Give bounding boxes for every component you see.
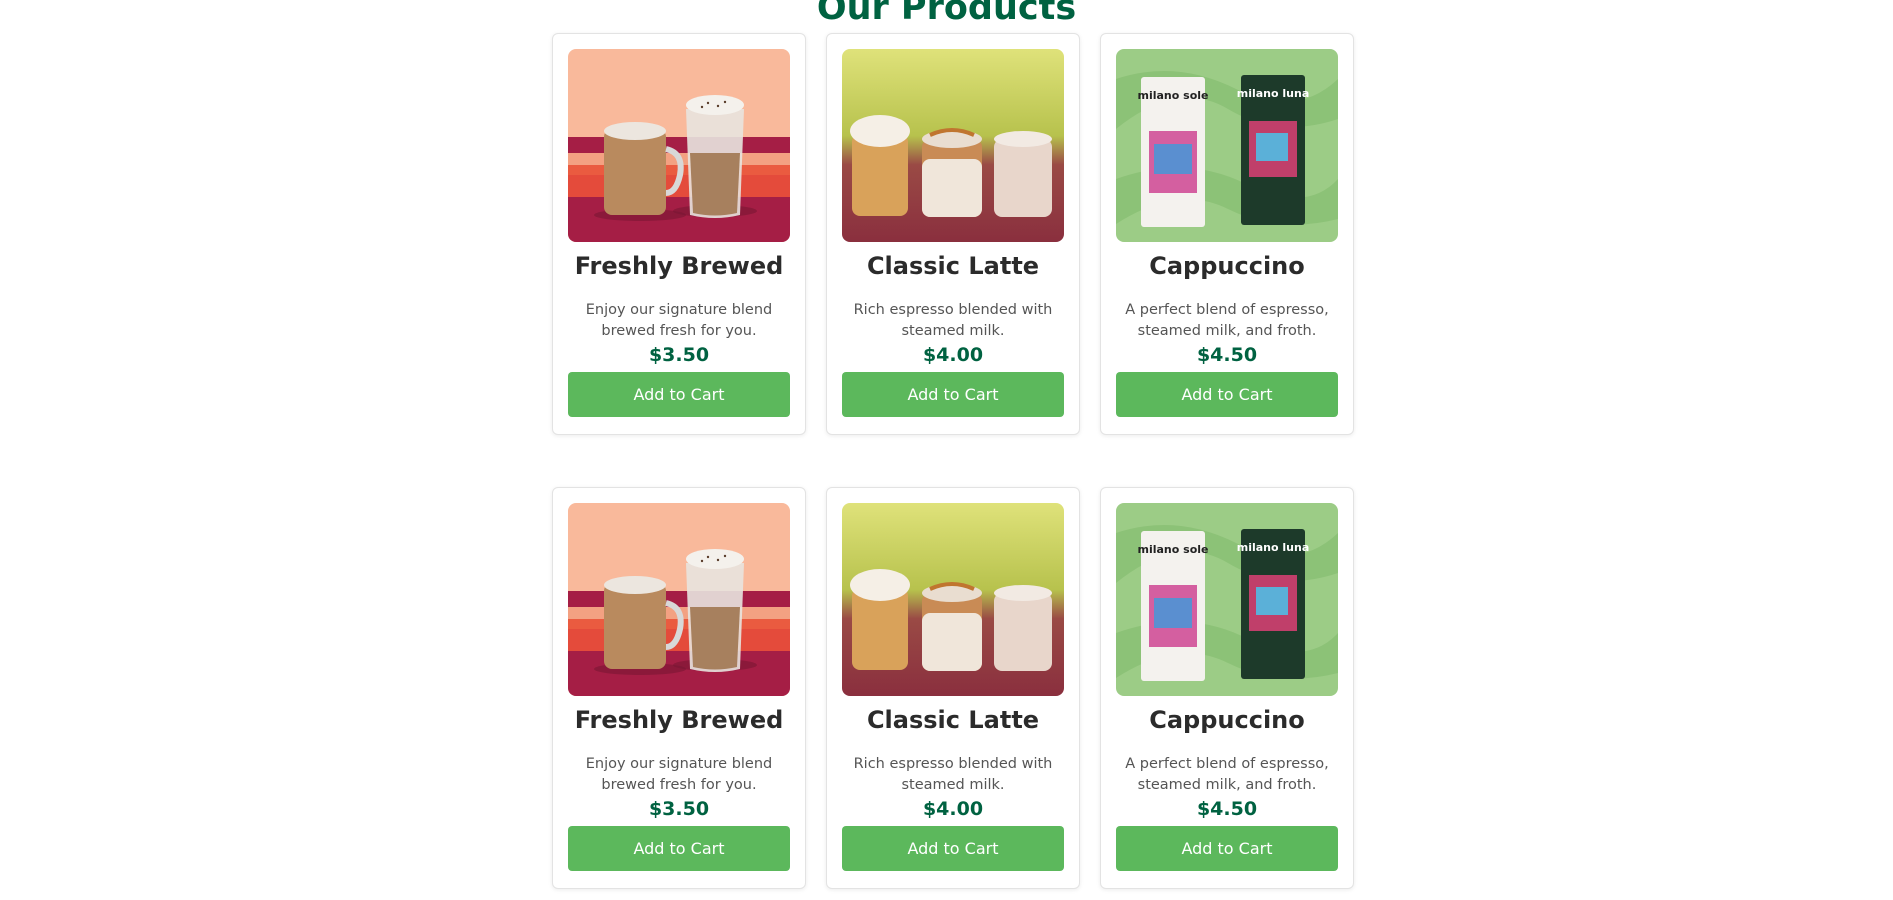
product-description: Rich espresso blended with steamed milk. <box>853 756 1053 793</box>
product-description: Enjoy our signature blend brewed fresh f… <box>585 302 773 339</box>
add-to-cart-button[interactable]: Add to Cart <box>1116 826 1338 871</box>
brewed-coffee-image <box>568 49 790 242</box>
section-title: Our Products <box>816 0 1077 28</box>
product-price: $4.00 <box>922 798 984 820</box>
product-card: milano sole milano luna Cappuccino A per… <box>1100 33 1354 435</box>
product-name: Freshly Brewed <box>574 706 784 734</box>
brewed-coffee-image <box>568 503 790 696</box>
latte-trio-image <box>842 503 1064 696</box>
product-card: milano sole milano luna Cappuccino A per… <box>1100 487 1354 889</box>
product-price: $4.00 <box>922 344 984 366</box>
product-card: Classic Latte Rich espresso blended with… <box>826 33 1080 435</box>
add-to-cart-button[interactable]: Add to Cart <box>568 826 790 871</box>
product-price: $4.50 <box>1196 344 1258 366</box>
product-grid: Freshly Brewed Enjoy our signature blend… <box>552 33 1354 889</box>
product-name: Classic Latte <box>866 252 1040 280</box>
product-name: Cappuccino <box>1149 706 1305 734</box>
product-card: Classic Latte Rich espresso blended with… <box>826 487 1080 889</box>
svg-text:milano sole: milano sole <box>1138 89 1209 102</box>
add-to-cart-button[interactable]: Add to Cart <box>842 826 1064 871</box>
coffee-bags-image: milano sole milano luna <box>1116 49 1338 242</box>
svg-text:milano luna: milano luna <box>1237 87 1310 100</box>
product-price: $3.50 <box>648 798 710 820</box>
product-price: $4.50 <box>1196 798 1258 820</box>
add-to-cart-button[interactable]: Add to Cart <box>1116 372 1338 417</box>
add-to-cart-button[interactable]: Add to Cart <box>842 372 1064 417</box>
latte-trio-image <box>842 49 1064 242</box>
product-description: Rich espresso blended with steamed milk. <box>853 302 1053 339</box>
product-card: Freshly Brewed Enjoy our signature blend… <box>552 33 806 435</box>
product-price: $3.50 <box>648 344 710 366</box>
product-name: Cappuccino <box>1149 252 1305 280</box>
add-to-cart-button[interactable]: Add to Cart <box>568 372 790 417</box>
product-name: Classic Latte <box>866 706 1040 734</box>
product-description: A perfect blend of espresso, steamed mil… <box>1125 302 1329 339</box>
product-description: A perfect blend of espresso, steamed mil… <box>1125 756 1329 793</box>
svg-text:milano luna: milano luna <box>1237 541 1310 554</box>
product-name: Freshly Brewed <box>574 252 784 280</box>
product-description: Enjoy our signature blend brewed fresh f… <box>585 756 773 793</box>
svg-text:milano sole: milano sole <box>1138 543 1209 556</box>
product-card: Freshly Brewed Enjoy our signature blend… <box>552 487 806 889</box>
coffee-bags-image: milano sole milano luna <box>1116 503 1338 696</box>
